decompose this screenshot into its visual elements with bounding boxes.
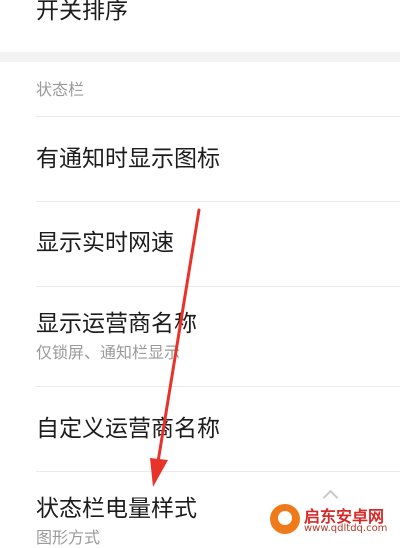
watermark-logo-icon [270, 504, 300, 534]
item-label: 有通知时显示图标 [36, 146, 220, 172]
section-header-status-bar: 状态栏 [36, 80, 85, 99]
item-description: 图形方式 [36, 528, 101, 547]
item-label: 状态栏电量样式 [36, 496, 197, 522]
item-label: 显示运营商名称 [36, 311, 197, 337]
item-description: 仅锁屏、通知栏显示 [36, 343, 181, 362]
item-label: 自定义运营商名称 [36, 416, 220, 442]
settings-item-show-carrier-name[interactable]: 显示运营商名称 仅锁屏、通知栏显示 [0, 287, 400, 385]
watermark: 启东安卓网 www.qdltdq.com [270, 502, 396, 538]
settings-item-show-network-speed[interactable]: 显示实时网速 [0, 202, 400, 286]
section-separator [0, 52, 400, 62]
settings-item-show-notification-icons[interactable]: 有通知时显示图标 [0, 117, 400, 201]
item-label: 开关排序 [36, 0, 128, 24]
watermark-url: www.qdltdq.com [304, 523, 388, 534]
settings-item-custom-carrier-name[interactable]: 自定义运营商名称 [0, 387, 400, 471]
settings-item-switch-order[interactable]: 开关排序 [0, 0, 400, 52]
item-label: 显示实时网速 [36, 230, 174, 256]
